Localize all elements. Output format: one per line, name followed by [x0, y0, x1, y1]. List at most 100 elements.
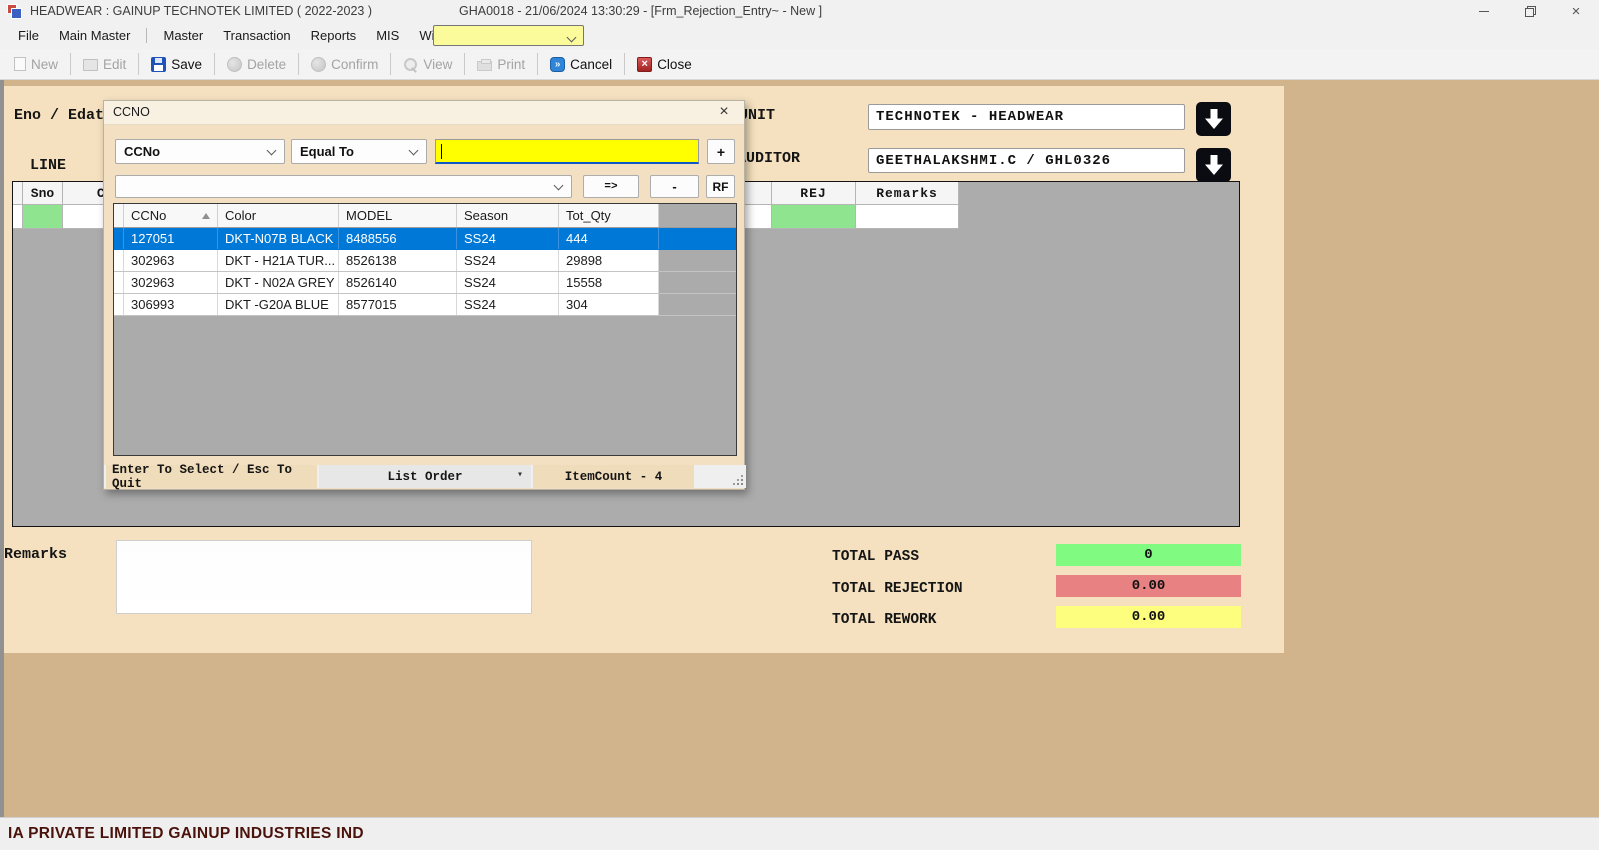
title-bar: HEADWEAR : GAINUP TECHNOTEK LIMITED ( 20…	[0, 0, 1599, 22]
bg-grid-selector-header	[13, 182, 23, 205]
dialog-close-icon[interactable]: ×	[714, 103, 734, 121]
remarks-textarea[interactable]	[116, 540, 532, 614]
menu-item-main-master[interactable]: Main Master	[49, 25, 141, 47]
chevron-down-icon: ▾	[517, 469, 523, 481]
list-order-combo[interactable]: List Order ▾	[319, 465, 531, 488]
auditor-field[interactable]: GEETHALAKSHMI.C / GHL0326	[868, 148, 1185, 173]
ccno-lookup-dialog: CCNO × CCNo Equal To + => - RF	[103, 100, 745, 490]
confirm-icon	[311, 57, 326, 72]
menu-bar: FileMain Master MasterTransactionReportsM…	[0, 22, 1599, 49]
mdi-client-area: Eno / Edate LINE Sno CCNO REJ Remarks UN…	[0, 80, 1599, 817]
new-button[interactable]: New	[6, 52, 66, 77]
text-cursor	[441, 144, 442, 159]
menu-item-reports[interactable]: Reports	[301, 25, 367, 47]
print-button[interactable]: Print	[469, 52, 533, 77]
bg-grid-cell-rej[interactable]	[772, 205, 856, 229]
status-bar: IA PRIVATE LIMITED GAINUP INDUSTRIES IND	[0, 817, 1599, 850]
toolbar-separator	[70, 53, 71, 75]
cell-season: SS24	[457, 250, 559, 271]
filter-expression-combo[interactable]	[115, 175, 572, 198]
save-floppy-icon	[151, 57, 166, 72]
dialog-title-bar[interactable]: CCNO ×	[104, 101, 744, 125]
field-selector-combo[interactable]: CCNo	[115, 139, 285, 164]
column-header-model[interactable]: MODEL	[339, 204, 457, 227]
print-icon	[477, 61, 492, 71]
lookup-grid-row[interactable]: 306993DKT -G20A BLUE8577015SS24304	[114, 294, 736, 316]
toolbar-button-label: Close	[657, 57, 692, 72]
toolbar-button-label: Edit	[103, 57, 126, 72]
bg-grid-header-rej: REJ	[772, 182, 856, 205]
cancel-button[interactable]: Cancel	[542, 52, 620, 77]
bg-grid-cell-remarks[interactable]	[856, 205, 959, 229]
unit-lookup-button[interactable]	[1196, 102, 1231, 136]
unit-field[interactable]: TECHNOTEK - HEADWEAR	[868, 104, 1185, 130]
menu-item-transaction[interactable]: Transaction	[213, 25, 300, 47]
remove-filter-button[interactable]: -	[650, 175, 699, 198]
cell-color: DKT-N07B BLACK	[218, 228, 339, 249]
view-button[interactable]: View	[395, 52, 460, 77]
close-icon	[637, 57, 652, 72]
cancel-icon	[550, 57, 565, 72]
view-magnifier-icon	[403, 57, 418, 72]
toolbar-button-label: Print	[497, 57, 525, 72]
cell-color: DKT - H21A TUR...	[218, 250, 339, 271]
filter-value-input[interactable]	[435, 139, 699, 164]
cell-season: SS24	[457, 228, 559, 249]
bg-grid-row-selector	[13, 205, 23, 229]
toolbar-separator	[138, 53, 139, 75]
menu-item-file[interactable]: File	[8, 25, 49, 47]
item-count: ItemCount - 4	[533, 465, 694, 488]
column-header-season[interactable]: Season	[457, 204, 559, 227]
row-selector-cell	[114, 294, 124, 315]
add-filter-button[interactable]: +	[707, 139, 735, 164]
close-button[interactable]: Close	[629, 52, 700, 77]
arrow-down-icon	[1202, 108, 1226, 130]
column-header-color[interactable]: Color	[218, 204, 339, 227]
toolbar-separator	[214, 53, 215, 75]
close-window-button[interactable]: ×	[1553, 0, 1599, 22]
cell-tot-qty: 15558	[559, 272, 659, 293]
total-rejection-value: 0.00	[1056, 575, 1241, 597]
lookup-grid-row[interactable]: 127051DKT-N07B BLACK8488556SS24444	[114, 228, 736, 250]
restore-button[interactable]	[1507, 0, 1553, 22]
refresh-button[interactable]: RF	[706, 175, 735, 198]
window-selector-combo[interactable]	[433, 25, 584, 46]
lookup-grid-row[interactable]: 302963DKT - H21A TUR...8526138SS2429898	[114, 250, 736, 272]
auditor-lookup-button[interactable]	[1196, 148, 1231, 182]
cell-season: SS24	[457, 272, 559, 293]
arrow-down-icon	[1202, 154, 1226, 176]
lookup-results-grid: CCNoColorMODELSeasonTot_Qty 127051DKT-N0…	[113, 203, 737, 456]
confirm-button[interactable]: Confirm	[303, 52, 386, 77]
total-rework-label: TOTAL REWORK	[832, 612, 936, 628]
apply-filter-button[interactable]: =>	[583, 175, 639, 198]
operator-combo[interactable]: Equal To	[291, 139, 427, 164]
lookup-grid-body: 127051DKT-N07B BLACK8488556SS24444302963…	[114, 228, 736, 316]
resize-grip[interactable]	[733, 475, 743, 485]
edit-folder-icon	[83, 59, 98, 71]
delete-button[interactable]: Delete	[219, 52, 294, 77]
menu-separator	[146, 28, 147, 43]
cell-model: 8577015	[339, 294, 457, 315]
toolbar-buttons: New Edit Save Delete Confirm View Print Cancel C…	[6, 52, 700, 77]
lookup-grid-row[interactable]: 302963DKT - N02A GREY8526140SS2415558	[114, 272, 736, 294]
total-pass-label: TOTAL PASS	[832, 549, 919, 565]
delete-icon	[227, 57, 242, 72]
list-order-label: List Order	[387, 470, 462, 484]
menu-item-master[interactable]: Master	[153, 25, 213, 47]
cell-ccno: 302963	[124, 272, 218, 293]
sort-ascending-icon	[202, 213, 210, 219]
save-button[interactable]: Save	[143, 52, 210, 77]
menu-items: FileMain Master MasterTransactionReportsM…	[8, 25, 482, 47]
bg-grid-cell-sno[interactable]	[23, 205, 63, 229]
total-pass-value: 0	[1056, 544, 1241, 566]
toolbar-separator	[464, 53, 465, 75]
edit-button[interactable]: Edit	[75, 52, 134, 77]
menu-item-mis[interactable]: MIS	[366, 25, 409, 47]
bg-grid-header-remarks: Remarks	[856, 182, 959, 205]
minimize-button[interactable]	[1461, 0, 1507, 22]
column-header-ccno[interactable]: CCNo	[124, 204, 218, 227]
chevron-down-icon	[267, 145, 277, 155]
lookup-grid-selector-header	[114, 204, 124, 227]
toolbar-button-label: Delete	[247, 57, 286, 72]
column-header-tot-qty[interactable]: Tot_Qty	[559, 204, 659, 227]
